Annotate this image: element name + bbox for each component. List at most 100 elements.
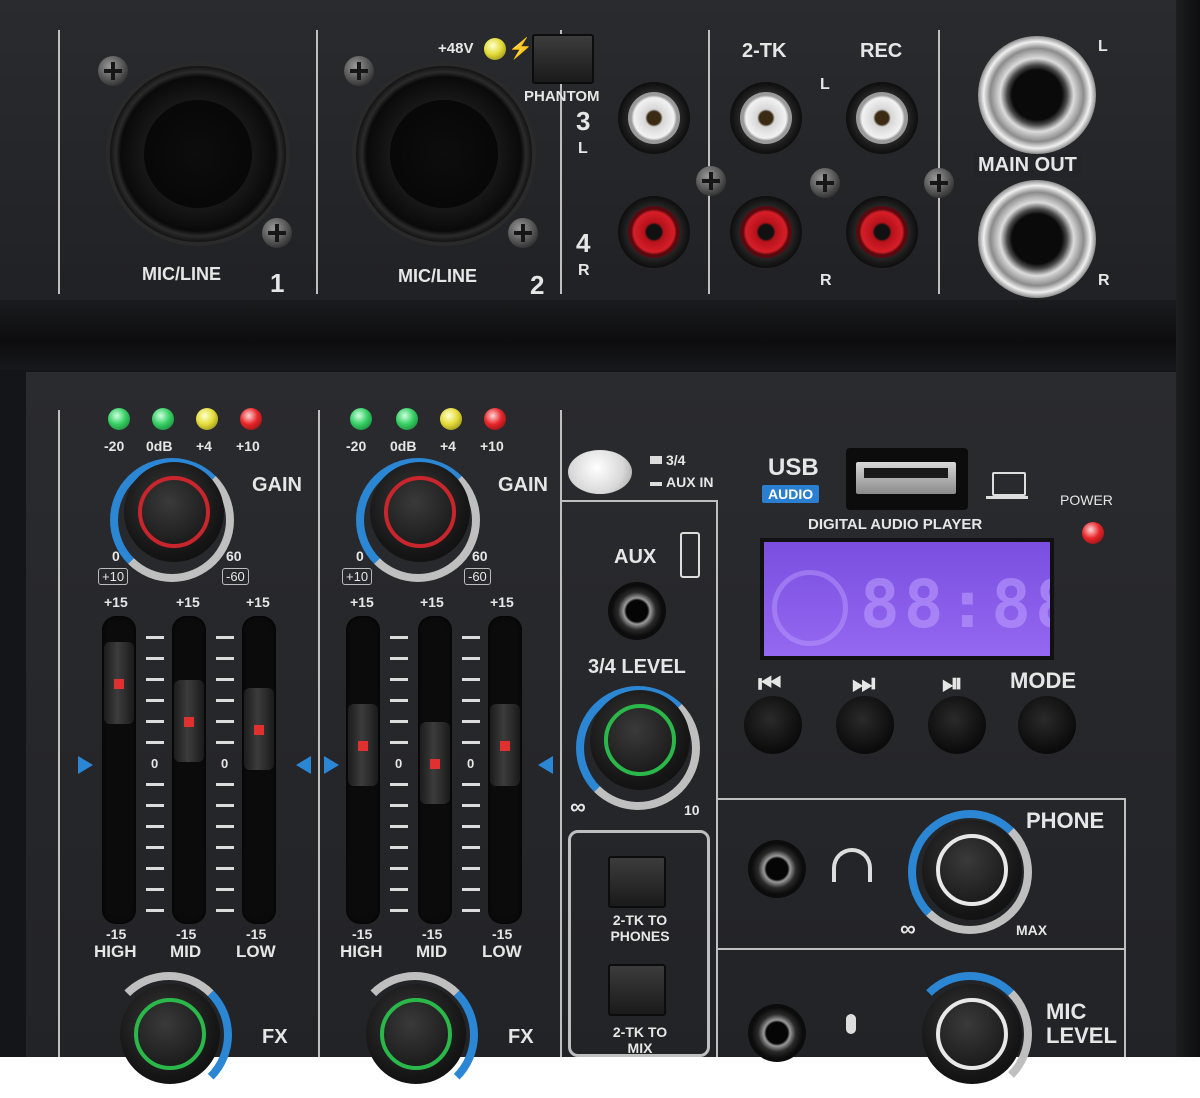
level-label: 3/4 LEVEL <box>588 656 686 678</box>
meter-label: +4 <box>440 438 456 454</box>
main-out-l: L <box>1098 38 1108 55</box>
ch2-number: 2 <box>530 270 545 300</box>
phantom-led <box>484 38 506 60</box>
rca-ch3-input[interactable] <box>618 82 690 154</box>
eq-mid-slider[interactable] <box>420 722 450 804</box>
ch1-number: 1 <box>270 268 285 298</box>
usb-port[interactable] <box>846 448 968 510</box>
aux-input-jack[interactable] <box>608 582 666 640</box>
eq-high-slider[interactable] <box>348 704 378 786</box>
ch2-input-label: MIC/LINE <box>398 266 477 286</box>
play-pause-button[interactable] <box>928 696 986 754</box>
eq-scale-tick <box>390 888 408 891</box>
twotk-to-mix-button[interactable] <box>608 964 666 1016</box>
gain-label: GAIN <box>498 474 548 496</box>
eq-scale-tick <box>146 720 164 723</box>
eq-bottom-label: -15 <box>106 926 127 942</box>
rear-divider <box>58 30 60 294</box>
gain-knob[interactable] <box>124 462 224 562</box>
eq-scale-tick <box>146 846 164 849</box>
eq-name: MID <box>170 942 202 961</box>
player-title: DIGITAL AUDIO PLAYER <box>808 516 983 533</box>
eq-scale-tick <box>462 909 480 912</box>
screw <box>98 56 128 86</box>
eq-low-slider[interactable] <box>490 704 520 786</box>
next-track-button[interactable] <box>836 696 894 754</box>
rca-2tk-left[interactable] <box>730 82 802 154</box>
xlr-combo-jack-2[interactable] <box>352 62 536 246</box>
eq-scale-tick <box>462 846 480 849</box>
panel-divider <box>318 410 320 1057</box>
eq-scale-tick <box>146 678 164 681</box>
main-out-label: MAIN OUT <box>974 154 1081 177</box>
eq-low-slider[interactable] <box>244 688 274 770</box>
switch-up-label: 3/4 <box>666 452 686 468</box>
eq-top-label: +15 <box>490 594 514 610</box>
laptop-icon <box>992 472 1026 496</box>
power-led <box>1082 522 1104 544</box>
eq-zero: 0 <box>467 756 475 771</box>
phone-level-knob[interactable] <box>922 820 1022 920</box>
gain-min: 0 <box>356 548 364 564</box>
fx-label: FX <box>508 1026 534 1048</box>
twotk-to-phones-label: 2-TK TO PHONES <box>610 912 670 944</box>
eq-scale-tick <box>390 636 408 639</box>
eq-mid-slider[interactable] <box>174 680 204 762</box>
fx-knob[interactable] <box>120 984 220 1084</box>
rca-rec-right[interactable] <box>846 196 918 268</box>
ch3-side: L <box>578 140 588 157</box>
mode-button[interactable] <box>1018 696 1076 754</box>
eq-scale-tick <box>146 699 164 702</box>
gain-min: 0 <box>112 548 120 564</box>
phantom-button[interactable] <box>532 34 594 84</box>
rca-rec-left[interactable] <box>846 82 918 154</box>
main-out-right-jack[interactable] <box>978 180 1096 298</box>
eq-scale-tick <box>390 825 408 828</box>
main-out-left-jack[interactable] <box>978 36 1096 154</box>
eq-scale-tick <box>146 804 164 807</box>
phone-max: MAX <box>1016 922 1048 938</box>
xlr-combo-jack-1[interactable] <box>106 62 290 246</box>
prev-track-button[interactable] <box>744 696 802 754</box>
panel-divider <box>716 500 718 1057</box>
ch1-input-label: MIC/LINE <box>142 264 221 284</box>
microphone-icon <box>846 1014 856 1034</box>
gain-max-line: -60 <box>222 568 249 585</box>
meter-label: -20 <box>346 438 367 454</box>
eq-scale-tick <box>146 657 164 660</box>
eq-scale-tick <box>462 678 480 681</box>
eq-scale-tick <box>216 888 234 891</box>
eq-scale-tick <box>216 825 234 828</box>
eq-scale-tick <box>462 888 480 891</box>
input-select-switch[interactable] <box>568 450 632 494</box>
eq-scale-tick <box>462 783 480 786</box>
fx-label: FX <box>262 1026 288 1048</box>
mic-jack[interactable] <box>748 1004 806 1062</box>
panel-divider <box>560 410 562 1057</box>
eq-mid-track <box>172 616 206 924</box>
headphone-jack[interactable] <box>748 840 806 898</box>
meter-label: +10 <box>236 438 260 454</box>
rca-2tk-right[interactable] <box>730 196 802 268</box>
ch4-number: 4 <box>576 228 591 258</box>
eq-high-slider[interactable] <box>104 642 134 724</box>
gain-min-line: +10 <box>98 568 129 585</box>
meter-label: 0dB <box>146 438 173 454</box>
gain-min-line: +10 <box>342 568 373 585</box>
zero-marker-left <box>324 756 339 774</box>
rca-ch4-input[interactable] <box>618 196 690 268</box>
phone-min: ∞ <box>900 916 916 941</box>
switch-down-icon <box>650 482 662 486</box>
ch4-side: R <box>578 262 590 279</box>
gain-knob[interactable] <box>370 462 470 562</box>
screw <box>508 218 538 248</box>
twotk-to-phones-button[interactable] <box>608 856 666 908</box>
eq-bottom-label: -15 <box>176 926 197 942</box>
meter-led-plus4 <box>196 408 218 430</box>
mic-level-knob[interactable] <box>922 984 1022 1084</box>
panel-divider <box>716 798 1124 800</box>
level-34-knob[interactable] <box>590 690 690 790</box>
fx-knob[interactable] <box>366 984 466 1084</box>
eq-scale-tick <box>462 699 480 702</box>
eq-scale-tick <box>146 867 164 870</box>
